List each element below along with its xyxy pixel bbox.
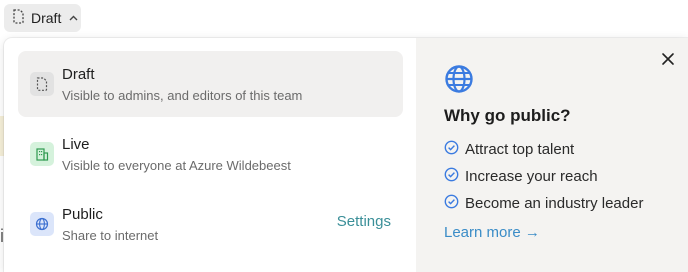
close-icon[interactable] — [660, 51, 676, 67]
benefits-list: Attract top talent Increase your reach B… — [444, 136, 688, 217]
check-circle-icon — [444, 167, 459, 186]
status-dropdown-trigger[interactable]: Draft — [4, 4, 81, 32]
option-description: Share to internet — [62, 228, 159, 243]
status-option-live[interactable]: Live Visible to everyone at Azure Wildeb… — [18, 121, 403, 187]
benefit-item: Become an industry leader — [444, 190, 688, 217]
option-description: Visible to admins, and editors of this t… — [62, 88, 303, 103]
why-public-panel: Why go public? Attract top talent Increa… — [416, 38, 688, 272]
draft-doc-icon — [30, 72, 54, 96]
check-circle-icon — [444, 194, 459, 213]
benefit-label: Become an industry leader — [465, 195, 644, 212]
globe-icon — [30, 212, 54, 236]
benefit-label: Attract top talent — [465, 141, 575, 158]
benefit-item: Increase your reach — [444, 163, 688, 190]
learn-more-link[interactable]: Learn more → — [444, 224, 540, 241]
info-title: Why go public? — [444, 106, 571, 125]
option-title: Public — [62, 206, 103, 223]
option-title: Live — [62, 136, 90, 153]
benefit-label: Increase your reach — [465, 168, 598, 185]
benefit-item: Attract top talent — [444, 136, 688, 163]
status-popover: Draft Visible to admins, and editors of … — [4, 38, 688, 272]
status-option-draft[interactable]: Draft Visible to admins, and editors of … — [18, 51, 403, 117]
building-icon — [30, 142, 54, 166]
option-title: Draft — [62, 66, 95, 83]
status-options-list: Draft Visible to admins, and editors of … — [4, 38, 416, 272]
check-circle-icon — [444, 140, 459, 159]
globe-icon — [444, 64, 474, 94]
public-settings-link[interactable]: Settings — [337, 213, 391, 230]
chevron-up-icon — [69, 13, 78, 24]
draft-doc-icon — [12, 9, 25, 27]
option-description: Visible to everyone at Azure Wildebeest — [62, 158, 291, 173]
status-option-public[interactable]: Public Share to internet Settings — [18, 191, 403, 257]
status-trigger-label: Draft — [31, 10, 62, 26]
